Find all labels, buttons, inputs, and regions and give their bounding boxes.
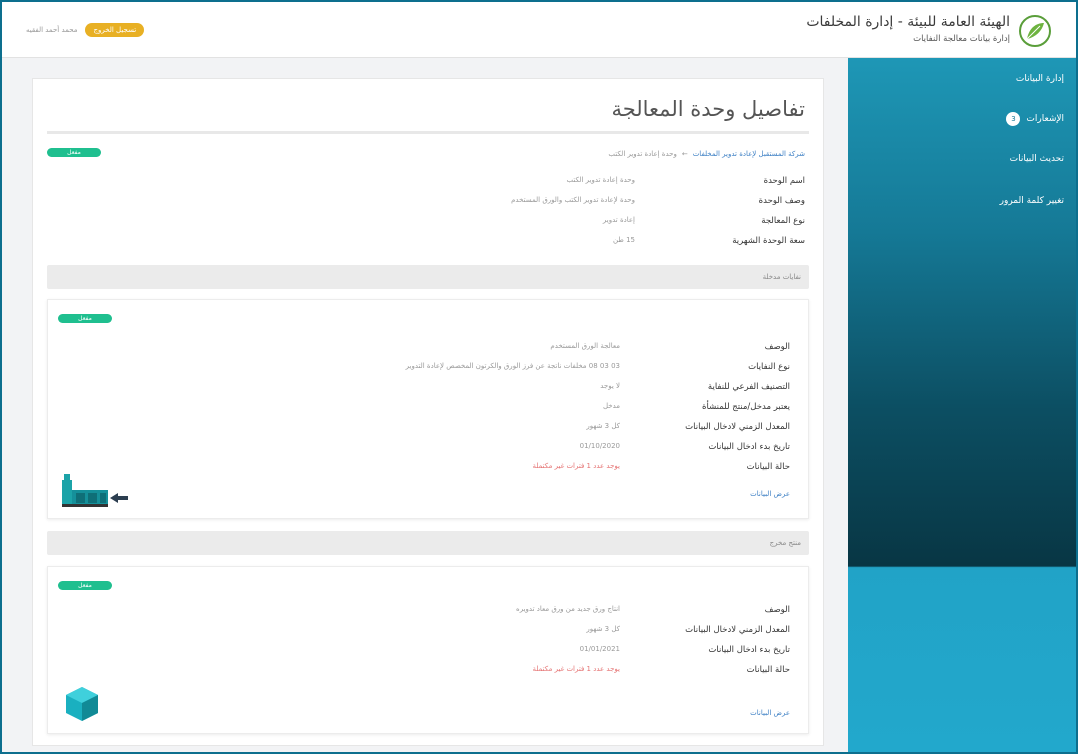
unit-name-row: اسم الوحدة وحدة إعادة تدوير الكتب	[205, 176, 805, 196]
field-value: إعادة تدوير	[602, 216, 635, 224]
product-box-icon	[66, 687, 98, 721]
sidebar-item-label: الإشعارات	[1026, 114, 1064, 124]
detail-row: الوصف انتاج ورق جديد من ورق معاد تدويره	[190, 605, 790, 625]
breadcrumb-separator: ←	[681, 150, 688, 158]
sidebar-item-data-management[interactable]: إدارة البيانات	[1016, 74, 1064, 84]
field-label: سعة الوحدة الشهرية	[732, 236, 805, 246]
field-value: وحدة إعادة تدوير الكتب	[566, 176, 635, 184]
field-label: الوصف	[764, 342, 790, 352]
field-value: 01/10/2020	[579, 442, 620, 450]
unit-status-badge: مفعل	[47, 148, 101, 157]
field-label: المعدل الزمني لادخال البيانات	[685, 625, 790, 635]
main-content: تفاصيل وحدة المعالجة مفعل شركة المستقبل …	[32, 78, 824, 746]
field-value: انتاج ورق جديد من ورق معاد تدويره	[516, 605, 620, 613]
sidebar-item-update-data[interactable]: تحديث البيانات	[1010, 154, 1064, 164]
sidebar-item-label: تغيير كلمة المرور	[999, 196, 1064, 206]
section-title: نفايات مدخلة	[762, 273, 801, 281]
field-value: مدخل	[602, 402, 620, 410]
user-name[interactable]: محمد أحمد الفقيه	[26, 26, 77, 34]
processing-type-row: نوع المعالجة إعادة تدوير	[205, 216, 805, 236]
sidebar-item-change-password[interactable]: تغيير كلمة المرور	[1000, 196, 1064, 206]
breadcrumb: شركة المستقبل لإعادة تدوير المخلفات ← وح…	[608, 150, 805, 158]
org-title: الهيئة العامة للبيئة - إدارة المخلفات	[806, 14, 1010, 30]
input-waste-card: مفعل الوصف معالجة الورق المستخدم نوع الن…	[47, 299, 809, 519]
user-area: محمد أحمد الفقيه تسجيل الخروج	[26, 22, 145, 38]
field-label: يعتبر مدخل/منتج للمنشأة	[702, 402, 790, 412]
field-value: لا يوجد	[600, 382, 620, 390]
notification-count-badge: 3	[1006, 112, 1021, 126]
field-value: يوجد عدد 1 فترات غير مكتملة	[532, 665, 620, 673]
detail-row: حالة البيانات يوجد عدد 1 فترات غير مكتمل…	[190, 462, 790, 482]
detail-row: الوصف معالجة الورق المستخدم	[190, 342, 790, 362]
detail-row: المعدل الزمني لادخال البيانات كل 3 شهور	[190, 422, 790, 442]
detail-row: التصنيف الفرعي للنفاية لا يوجد	[190, 382, 790, 402]
unit-description-row: وصف الوحدة وحدة لإعادة تدوير الكتب والور…	[205, 196, 805, 216]
field-label: التصنيف الفرعي للنفاية	[707, 382, 790, 392]
output-product-section-header: منتج مخرج	[47, 531, 809, 555]
view-input-data-link[interactable]: عرض البيانات	[750, 490, 790, 498]
field-value: وحدة لإعادة تدوير الكتب والورق المستخدم	[511, 196, 635, 204]
field-label: حالة البيانات	[746, 665, 790, 675]
field-label: حالة البيانات	[746, 462, 790, 472]
field-label: نوع النفايات	[748, 362, 790, 372]
page-title: تفاصيل وحدة المعالجة	[611, 97, 805, 121]
field-label: اسم الوحدة	[763, 176, 805, 186]
factory-input-icon	[62, 474, 128, 507]
field-value: كل 3 شهور	[586, 625, 620, 633]
field-label: الوصف	[764, 605, 790, 615]
field-value: 03 03 08 مخلفات ناتجة عن فرز الورق والكر…	[405, 362, 620, 370]
app-window: الهيئة العامة للبيئة - إدارة المخلفات إد…	[0, 0, 1078, 754]
output-status-badge: مفعل	[58, 581, 112, 590]
breadcrumb-current: وحدة إعادة تدوير الكتب	[608, 150, 677, 158]
detail-row: تاريخ بدء ادخال البيانات 01/01/2021	[190, 645, 790, 665]
input-waste-section-header: نفايات مدخلة	[47, 265, 809, 289]
field-value: 15 طن	[612, 236, 635, 244]
sidebar-item-notifications[interactable]: الإشعارات 3	[1006, 112, 1064, 126]
monthly-capacity-row: سعة الوحدة الشهرية 15 طن	[205, 236, 805, 256]
leaf-logo-icon	[1019, 15, 1051, 47]
detail-row: المعدل الزمني لادخال البيانات كل 3 شهور	[190, 625, 790, 645]
logout-button[interactable]: تسجيل الخروج	[85, 23, 145, 37]
field-value: كل 3 شهور	[586, 422, 620, 430]
detail-row: تاريخ بدء ادخال البيانات 01/10/2020	[190, 442, 790, 462]
top-header: الهيئة العامة للبيئة - إدارة المخلفات إد…	[2, 2, 1076, 58]
field-label: تاريخ بدء ادخال البيانات	[708, 442, 790, 452]
detail-row: نوع النفايات 03 03 08 مخلفات ناتجة عن فر…	[190, 362, 790, 382]
input-status-badge: مفعل	[58, 314, 112, 323]
view-output-data-link[interactable]: عرض البيانات	[750, 709, 790, 717]
section-title: منتج مخرج	[769, 539, 801, 547]
sidebar-item-label: إدارة البيانات	[1015, 74, 1064, 84]
field-label: تاريخ بدء ادخال البيانات	[708, 645, 790, 655]
title-divider	[47, 131, 809, 134]
detail-row: حالة البيانات يوجد عدد 1 فترات غير مكتمل…	[190, 665, 790, 685]
field-label: وصف الوحدة	[758, 196, 805, 206]
output-product-card: مفعل الوصف انتاج ورق جديد من ورق معاد تد…	[47, 566, 809, 734]
field-label: نوع المعالجة	[761, 216, 805, 226]
breadcrumb-company-link[interactable]: شركة المستقبل لإعادة تدوير المخلفات	[693, 150, 805, 158]
field-value: معالجة الورق المستخدم	[550, 342, 620, 350]
org-subtitle: إدارة بيانات معالجة النفايات	[913, 34, 1010, 44]
field-label: المعدل الزمني لادخال البيانات	[685, 422, 790, 432]
field-value: 01/01/2021	[579, 645, 620, 653]
sidebar-item-label: تحديث البيانات	[1009, 154, 1064, 164]
sidebar: إدارة البيانات الإشعارات 3 تحديث البيانا…	[848, 58, 1076, 752]
detail-row: يعتبر مدخل/منتج للمنشأة مدخل	[190, 402, 790, 422]
field-value: يوجد عدد 1 فترات غير مكتملة	[532, 462, 620, 470]
